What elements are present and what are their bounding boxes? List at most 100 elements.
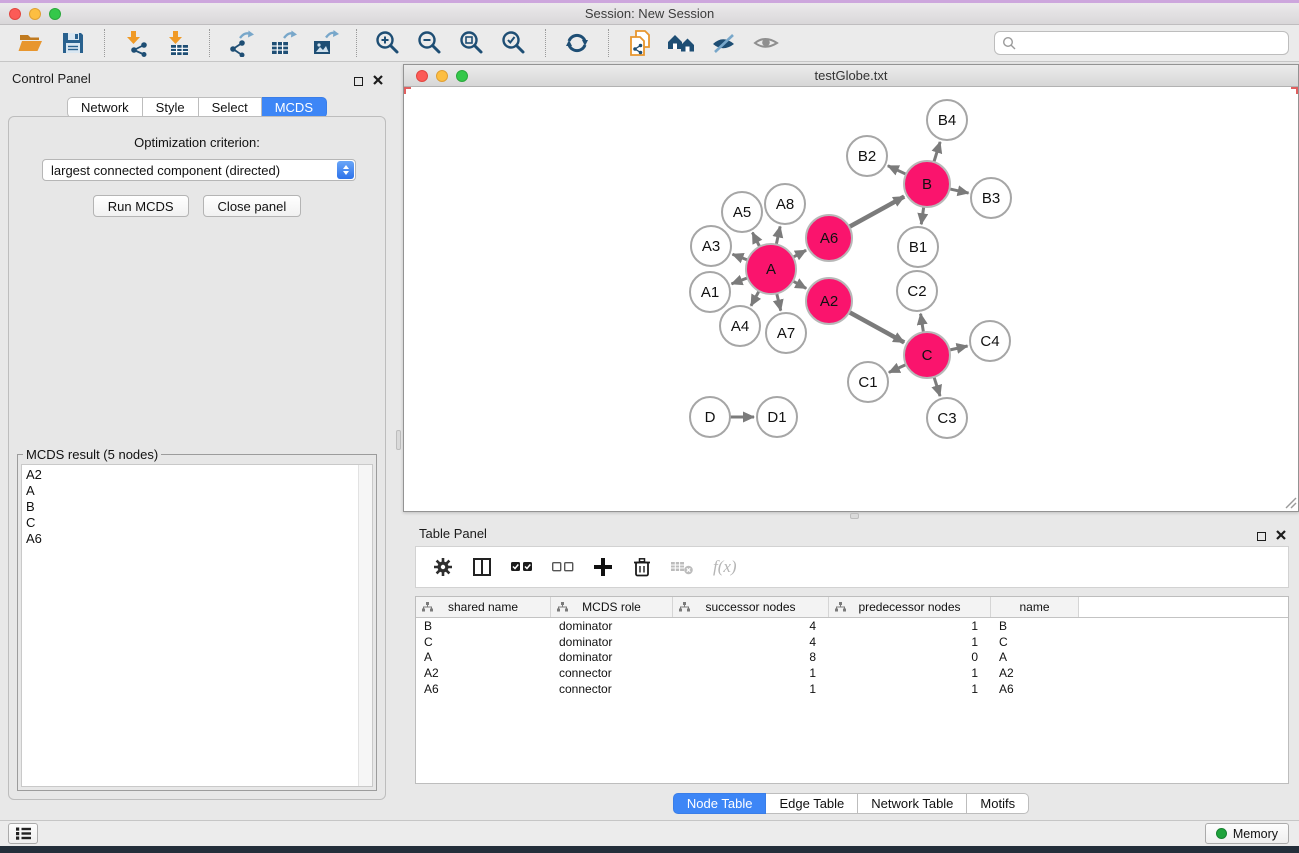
graph-node-C2[interactable]: C2 xyxy=(897,271,937,311)
graph-node-A6[interactable]: A6 xyxy=(806,215,852,261)
table-row[interactable]: Adominator80A xyxy=(416,650,1288,666)
open-file-button[interactable] xyxy=(15,27,47,59)
column-header-predecessor-nodes[interactable]: predecessor nodes xyxy=(829,597,991,617)
zoom-in-button[interactable] xyxy=(372,27,404,59)
table-cell[interactable]: connector xyxy=(551,682,673,696)
graph-edge-A-A1[interactable] xyxy=(732,277,749,283)
save-session-button[interactable] xyxy=(57,27,89,59)
table-cell[interactable]: 1 xyxy=(829,682,991,696)
graph-node-B[interactable]: B xyxy=(904,161,950,207)
graph-edge-C-C4[interactable] xyxy=(948,346,967,350)
home-networks-button[interactable] xyxy=(666,27,698,59)
minimize-view-button[interactable] xyxy=(436,70,448,82)
graph-node-B2[interactable]: B2 xyxy=(847,136,887,176)
table-cell[interactable]: B xyxy=(416,619,551,633)
minimize-window-button[interactable] xyxy=(29,8,41,20)
close-panel-button[interactable] xyxy=(373,73,383,88)
graph-node-A3[interactable]: A3 xyxy=(691,226,731,266)
graph-edge-B-B1[interactable] xyxy=(921,206,924,224)
close-panel-button[interactable] xyxy=(1276,528,1286,543)
resize-grip[interactable] xyxy=(1284,496,1297,509)
graph-edge-A-A7[interactable] xyxy=(776,292,780,310)
float-panel-button[interactable] xyxy=(354,74,363,89)
graph-node-A4[interactable]: A4 xyxy=(720,306,760,346)
graph-edge-B-B2[interactable] xyxy=(888,166,907,175)
graph-node-C4[interactable]: C4 xyxy=(970,321,1010,361)
table-cell[interactable]: C xyxy=(991,635,1079,649)
graph-node-A2[interactable]: A2 xyxy=(806,278,852,324)
graph-edge-A-A4[interactable] xyxy=(751,290,760,306)
table-cell[interactable]: B xyxy=(991,619,1079,633)
graph-node-A7[interactable]: A7 xyxy=(766,313,806,353)
column-header-successor-nodes[interactable]: successor nodes xyxy=(673,597,829,617)
import-table-button[interactable] xyxy=(162,27,194,59)
vertical-splitter[interactable] xyxy=(394,62,403,818)
graph-node-C[interactable]: C xyxy=(904,332,950,378)
table-cell[interactable]: A xyxy=(991,650,1079,664)
graph-edge-A6-B[interactable] xyxy=(848,197,904,228)
table-row[interactable]: A2connector11A2 xyxy=(416,665,1288,681)
deselect-all-button[interactable] xyxy=(551,554,575,580)
graph-node-B3[interactable]: B3 xyxy=(971,178,1011,218)
tab-network[interactable]: Network xyxy=(67,97,143,118)
graph-node-B1[interactable]: B1 xyxy=(898,227,938,267)
close-window-button[interactable] xyxy=(9,8,21,20)
splitter-handle[interactable] xyxy=(396,430,401,450)
network-canvas[interactable]: B4B2BB3A5A8A6A3B1AA1C2A2A4A7C4CC1C3DD1 xyxy=(404,87,1298,510)
tab-select[interactable]: Select xyxy=(199,97,262,118)
table-cell[interactable]: A6 xyxy=(991,682,1079,696)
table-cell[interactable]: 8 xyxy=(673,650,829,664)
task-history-button[interactable] xyxy=(8,823,38,844)
optimization-select[interactable]: largest connected component (directed) xyxy=(42,159,356,181)
mcds-result-item[interactable]: A xyxy=(22,483,372,499)
graph-node-C3[interactable]: C3 xyxy=(927,398,967,438)
eye-button[interactable] xyxy=(750,27,782,59)
tab-style[interactable]: Style xyxy=(143,97,199,118)
column-header-mcds-role[interactable]: MCDS role xyxy=(551,597,673,617)
open-session-documents-button[interactable] xyxy=(624,27,656,59)
table-cell[interactable]: 1 xyxy=(829,619,991,633)
graph-edge-B-B4[interactable] xyxy=(934,142,941,163)
table-cell[interactable]: 1 xyxy=(829,635,991,649)
graph-node-D1[interactable]: D1 xyxy=(757,397,797,437)
mcds-list-scrollbar[interactable] xyxy=(358,465,372,786)
table-cell[interactable]: dominator xyxy=(551,619,673,633)
graph-node-C1[interactable]: C1 xyxy=(848,362,888,402)
memory-button[interactable]: Memory xyxy=(1205,823,1289,844)
close-panel-button-2[interactable]: Close panel xyxy=(203,195,302,217)
column-header-shared-name[interactable]: shared name xyxy=(416,597,551,617)
search-input[interactable] xyxy=(1022,36,1281,51)
mcds-result-item[interactable]: A6 xyxy=(22,531,372,547)
graph-edge-A-A6[interactable] xyxy=(792,250,806,257)
float-panel-button[interactable] xyxy=(1257,529,1266,544)
import-network-button[interactable] xyxy=(120,27,152,59)
table-cell[interactable]: connector xyxy=(551,666,673,680)
export-image-button[interactable] xyxy=(309,27,341,59)
mcds-result-item[interactable]: A2 xyxy=(22,467,372,483)
graph-edge-A-A3[interactable] xyxy=(732,254,748,260)
graph-node-A[interactable]: A xyxy=(746,244,796,294)
zoom-fit-button[interactable] xyxy=(456,27,488,59)
graph-edge-A-A8[interactable] xyxy=(776,226,780,245)
graph-node-A1[interactable]: A1 xyxy=(690,272,730,312)
graph-edge-A2-C[interactable] xyxy=(848,312,904,343)
zoom-view-button[interactable] xyxy=(456,70,468,82)
table-cell[interactable]: A2 xyxy=(416,666,551,680)
delete-column-button[interactable] xyxy=(631,554,653,580)
zoom-selected-button[interactable] xyxy=(498,27,530,59)
graph-edge-C-C2[interactable] xyxy=(921,314,924,334)
table-cell[interactable]: 0 xyxy=(829,650,991,664)
table-row[interactable]: A6connector11A6 xyxy=(416,681,1288,697)
table-cell[interactable]: 1 xyxy=(673,666,829,680)
splitter-handle[interactable] xyxy=(850,513,859,519)
select-stepper[interactable] xyxy=(337,161,354,179)
search-box[interactable] xyxy=(994,31,1289,55)
zoom-window-button[interactable] xyxy=(49,8,61,20)
zoom-out-button[interactable] xyxy=(414,27,446,59)
graph-node-B4[interactable]: B4 xyxy=(927,100,967,140)
export-network-button[interactable] xyxy=(225,27,257,59)
tab-node-table[interactable]: Node Table xyxy=(673,793,767,814)
table-cell[interactable]: A2 xyxy=(991,666,1079,680)
graph-node-A5[interactable]: A5 xyxy=(722,192,762,232)
graphics-details-button[interactable] xyxy=(708,27,740,59)
